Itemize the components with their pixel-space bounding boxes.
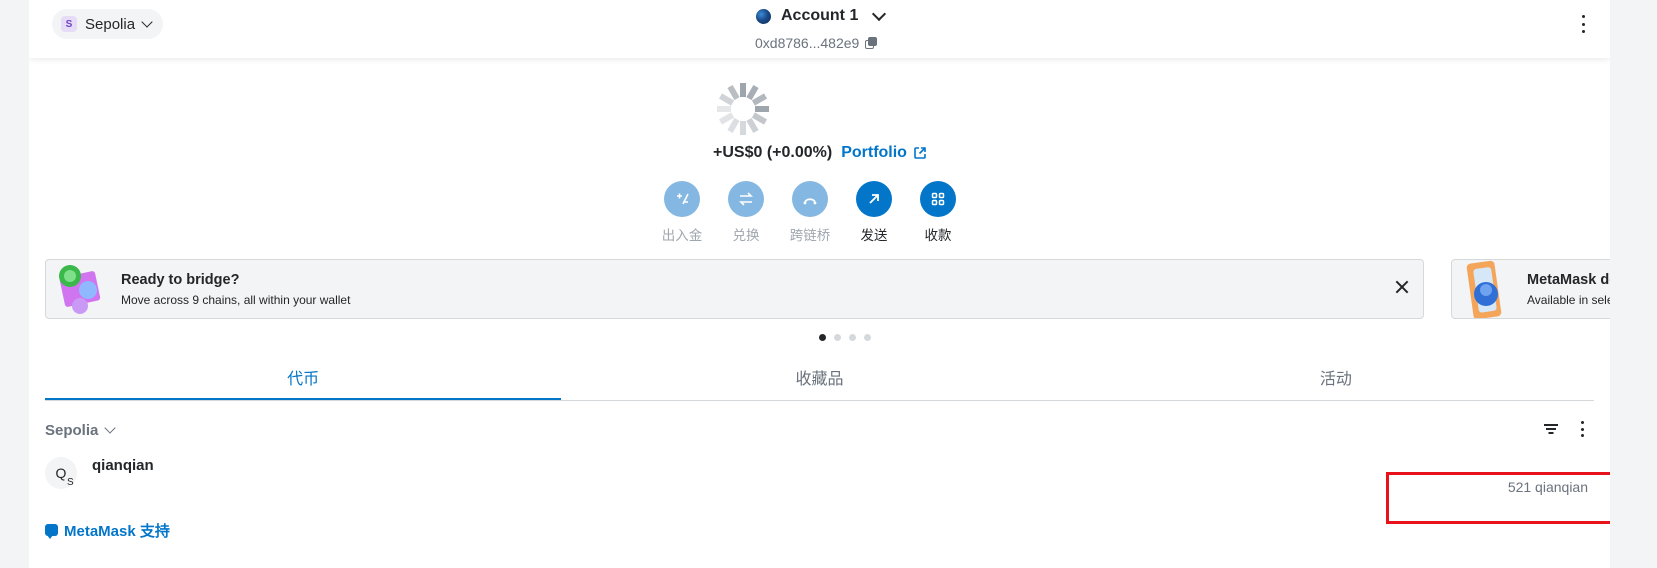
token-list-options-button[interactable] — [1579, 421, 1585, 437]
balance-change: +US$0 (+0.00%) — [713, 144, 833, 161]
chevron-down-icon — [141, 16, 153, 28]
action-label: 发送 — [860, 228, 888, 243]
network-badge: S — [61, 16, 77, 32]
card-illustration-icon — [1466, 260, 1502, 318]
kebab-dot — [1580, 427, 1584, 431]
carousel-dot[interactable] — [819, 334, 826, 341]
tab-tokens[interactable]: 代币 — [45, 362, 562, 400]
action-label: 收款 — [924, 228, 952, 243]
buy-sell-icon — [664, 181, 700, 217]
carousel-dots — [819, 334, 871, 341]
network-label: Sepolia — [85, 15, 136, 33]
tab-activity[interactable]: 活动 — [1078, 362, 1594, 400]
wallet-actions: 出入金 兑换 跨链桥 发送 收款 — [662, 181, 958, 244]
sort-filter-icon[interactable] — [1544, 423, 1558, 435]
account-options-button[interactable] — [1578, 14, 1588, 34]
loading-spinner-icon — [717, 83, 769, 135]
copy-icon — [865, 37, 878, 49]
wallet-app: S Sepolia Account 1 0xd8786...482e9 +US$… — [29, 0, 1610, 568]
account-address-copy[interactable]: 0xd8786...482e9 — [755, 33, 878, 53]
promo-banner-card[interactable]: MetaMask debit card Available in select … — [1451, 259, 1610, 319]
portfolio-link[interactable]: Portfolio — [841, 144, 927, 162]
kebab-dot — [1581, 22, 1585, 26]
account-name: Account 1 — [781, 7, 859, 24]
banner-title: MetaMask debit card — [1527, 272, 1610, 288]
bridge-illustration-icon — [59, 265, 101, 314]
swap-button[interactable]: 兑换 — [726, 181, 766, 244]
token-balance: 521 qianqian — [1507, 479, 1588, 495]
banner-description: Move across 9 chains, all within your wa… — [121, 293, 351, 307]
chevron-down-icon — [104, 422, 117, 434]
promo-banner-bridge[interactable]: Ready to bridge? Move across 9 chains, a… — [45, 259, 1424, 319]
send-button[interactable]: 发送 — [854, 181, 894, 244]
carousel-dot[interactable] — [864, 334, 871, 341]
receive-icon — [920, 181, 956, 217]
account-picker[interactable]: Account 1 — [756, 4, 887, 28]
tab-nfts[interactable]: 收藏品 — [561, 362, 1077, 400]
buy-sell-button[interactable]: 出入金 — [662, 181, 702, 244]
chevron-down-icon — [872, 6, 887, 21]
support-link[interactable]: MetaMask 支持 — [45, 519, 170, 541]
swap-icon — [728, 181, 764, 217]
kebab-dot — [1580, 421, 1584, 424]
action-label: 兑换 — [732, 228, 760, 243]
bridge-icon — [792, 181, 828, 217]
network-picker[interactable]: S Sepolia — [52, 9, 164, 39]
banner-description: Available in select regions — [1527, 293, 1610, 307]
support-label: MetaMask 支持 — [64, 522, 170, 540]
close-icon[interactable] — [1393, 278, 1411, 296]
account-address: 0xd8786...482e9 — [755, 35, 860, 51]
token-name: qianqian — [92, 457, 154, 474]
kebab-dot — [1581, 30, 1585, 33]
external-link-icon — [914, 147, 926, 159]
token-network-badge: S — [67, 477, 74, 488]
asset-tabs: 代币 收藏品 活动 — [45, 362, 1594, 401]
carousel-dot[interactable] — [834, 334, 841, 341]
action-label: 跨链桥 — [789, 228, 831, 243]
account-avatar — [756, 8, 771, 24]
portfolio-label: Portfolio — [841, 144, 907, 161]
app-header: S Sepolia Account 1 0xd8786...482e9 — [29, 0, 1610, 58]
bridge-button[interactable]: 跨链桥 — [790, 181, 830, 244]
send-icon — [856, 181, 892, 217]
kebab-dot — [1580, 434, 1584, 437]
kebab-dot — [1581, 15, 1585, 18]
token-row[interactable]: Q S qianqian 521 qianqian — [45, 455, 1594, 505]
network-filter-label: Sepolia — [45, 421, 99, 439]
network-filter-dropdown[interactable]: Sepolia — [45, 419, 117, 441]
receive-button[interactable]: 收款 — [918, 181, 958, 244]
carousel-dot[interactable] — [849, 334, 856, 341]
banner-title: Ready to bridge? — [121, 272, 240, 288]
balance-change-row: +US$0 (+0.00%) Portfolio — [713, 142, 927, 164]
chat-icon — [45, 524, 58, 539]
action-label: 出入金 — [661, 228, 703, 243]
